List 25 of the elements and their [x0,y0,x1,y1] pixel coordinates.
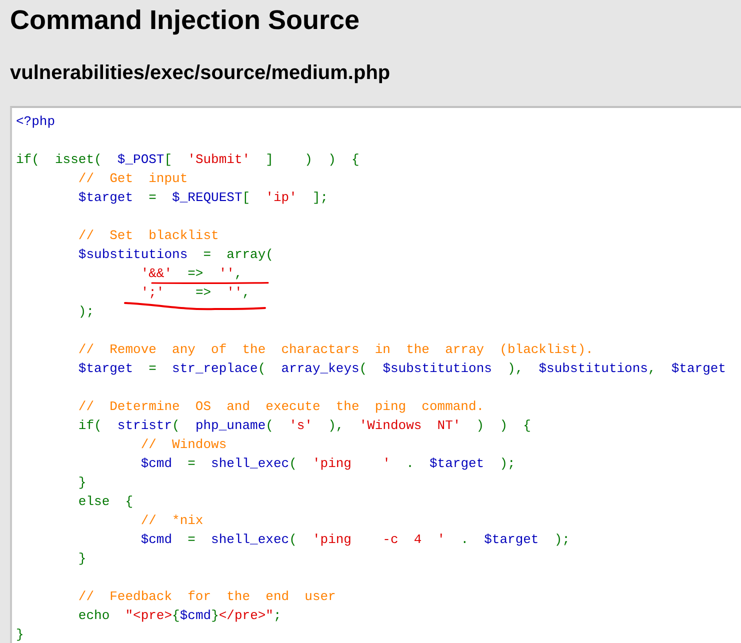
code-line: // Get input [77,171,188,186]
file-path-heading: vulnerabilities/exec/source/medium.php [10,61,392,85]
code-line: } [77,475,86,490]
code-line: if( stristr( php_uname( 's' ), 'Windows NT' ) ) { [77,418,531,433]
code-line: ';' => '', [140,285,250,300]
code-line: '&&' => '', [140,266,242,281]
code-line: } [16,627,24,642]
code-line: ); [77,304,94,319]
code-line: // Feedback for the end user [77,589,336,604]
code-line: $substitutions = array( [77,247,274,262]
page-title: Command Injection Source [10,4,361,36]
code-line: // Set blacklist [77,228,219,243]
code-line: echo "<pre>{$cmd}</pre>"; [77,608,282,623]
code-line: <?php [16,114,56,129]
code-line: $cmd = shell_exec( 'ping -c 4 ' . $target ); [140,532,570,547]
code-line: if( isset( $_POST[ 'Submit' ] ) ) { [16,152,360,167]
code-line: // *nix [140,513,204,528]
code-line: // Windows [140,437,227,452]
code-line: $target = $_REQUEST[ 'ip' ]; [77,190,328,205]
code-line: // Remove any of the charactars in the array (blacklist). [77,342,594,357]
code-line: $cmd = shell_exec( 'ping ' . $target ); [140,456,516,471]
code-line: else { [77,494,134,509]
code-line: } [77,551,86,566]
code-line: $target = str_replace( array_keys( $substitutions ), $substitutions, $target [77,361,726,376]
code-line: // Determine OS and execute the ping command. [77,399,484,414]
